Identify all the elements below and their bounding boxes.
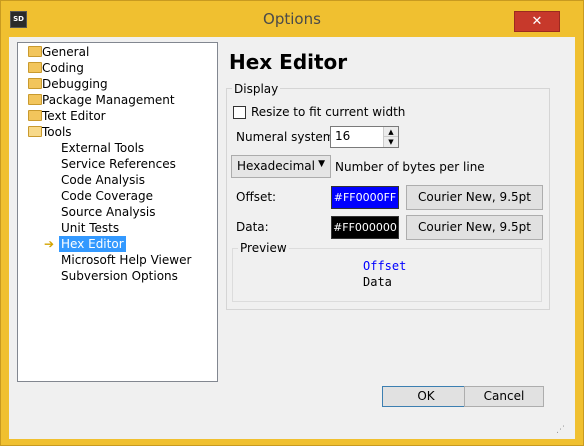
bytes-mode-value: Hexadecimal [237, 159, 315, 173]
data-font-button[interactable]: Courier New, 9.5pt [406, 215, 543, 240]
preview-data-text: Data [363, 275, 392, 289]
tree-item-subversion-options[interactable]: Subversion Options [61, 268, 178, 284]
tree-item-label: Tools [42, 125, 72, 139]
tree-item-service-references[interactable]: Service References [61, 156, 176, 172]
spin-buttons: ▲ ▼ [383, 127, 398, 147]
resize-label: Resize to fit current width [251, 105, 406, 119]
tree-item-source-analysis[interactable]: Source Analysis [61, 204, 155, 220]
bytes-per-line-label: Number of bytes per line [335, 160, 485, 174]
numeral-system-stepper[interactable]: 16 ▲ ▼ [330, 126, 399, 148]
tree-item-microsoft-help-viewer[interactable]: Microsoft Help Viewer [61, 252, 191, 268]
resize-checkbox[interactable] [233, 106, 246, 119]
data-label: Data: [236, 220, 269, 234]
numeral-system-value: 16 [335, 129, 351, 143]
folder-icon [28, 46, 42, 57]
preview-label: Preview [238, 241, 289, 255]
tree-item-label: Text Editor [42, 109, 106, 123]
title-bar[interactable]: SD Options ✕ [1, 1, 583, 37]
tree-item-code-coverage[interactable]: Code Coverage [61, 188, 153, 204]
ok-button[interactable]: OK [382, 386, 470, 407]
arrow-right-icon: ➔ [44, 237, 55, 251]
folder-icon [28, 110, 42, 121]
resize-grip-icon[interactable]: ⋰ [556, 424, 568, 436]
tree-item-external-tools[interactable]: External Tools [61, 140, 144, 156]
folder-icon [28, 94, 42, 105]
window-title: Options [263, 10, 321, 28]
bytes-mode-dropdown[interactable]: Hexadecimal ▼ [231, 155, 331, 178]
tree-item-label: Hex Editor [59, 236, 126, 252]
tree-item-label: Package Management [42, 93, 175, 107]
display-group-label: Display [232, 82, 281, 96]
preview-offset-text: Offset [363, 259, 407, 273]
numeral-system-label: Numeral system: [236, 130, 339, 144]
tree-item-code-analysis[interactable]: Code Analysis [61, 172, 145, 188]
folder-open-icon [28, 126, 42, 137]
offset-color-swatch[interactable]: #FF0000FF [331, 186, 399, 209]
folder-icon [28, 62, 42, 73]
offset-label: Offset: [236, 190, 277, 204]
folder-icon [28, 78, 42, 89]
spin-up-icon[interactable]: ▲ [384, 127, 398, 137]
data-color-swatch[interactable]: #FF000000 [331, 216, 399, 239]
page-title: Hex Editor [229, 50, 348, 74]
tree-item-unit-tests[interactable]: Unit Tests [61, 220, 119, 236]
close-button[interactable]: ✕ [514, 11, 560, 32]
tree-item-label: Coding [42, 61, 84, 75]
tree-item-label: Debugging [42, 77, 108, 91]
spin-down-icon[interactable]: ▼ [384, 137, 398, 147]
offset-font-button[interactable]: Courier New, 9.5pt [406, 185, 543, 210]
tree-item-label: General [42, 45, 90, 59]
chevron-down-icon: ▼ [318, 159, 325, 169]
cancel-button[interactable]: Cancel [464, 386, 544, 407]
